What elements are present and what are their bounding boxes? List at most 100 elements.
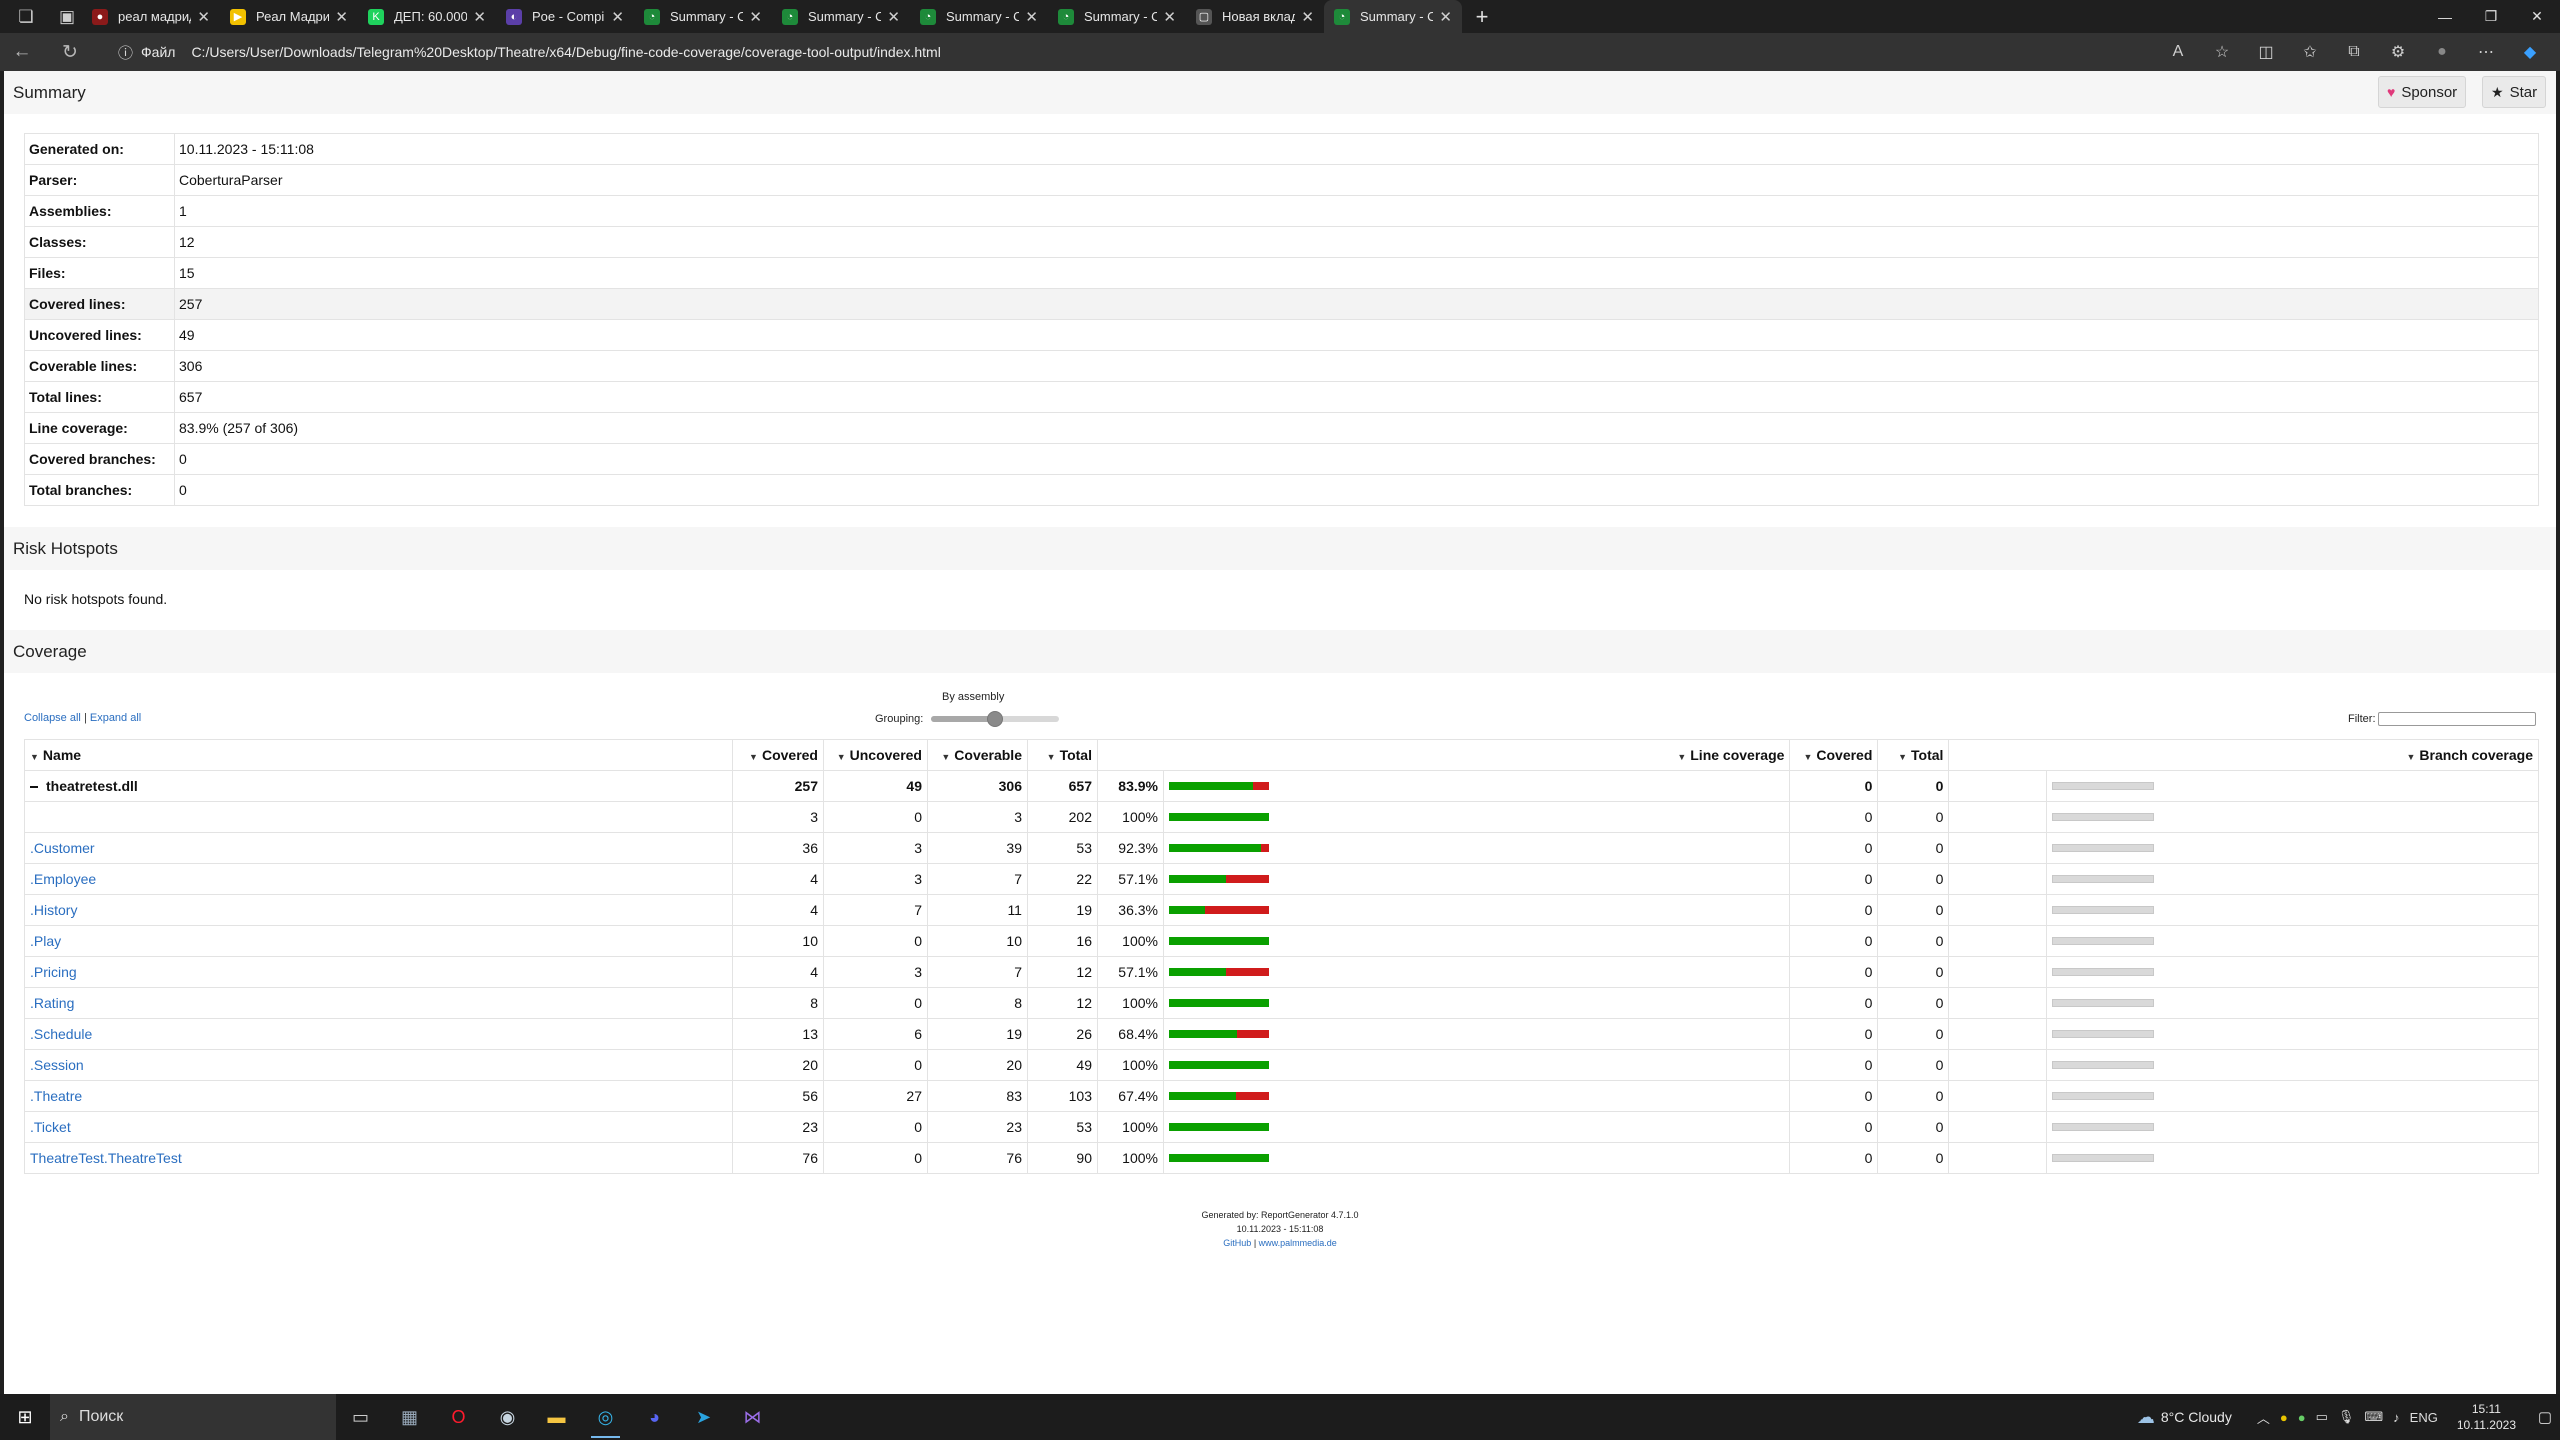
split-screen-icon[interactable]: ◫ xyxy=(2244,42,2288,62)
telegram-icon[interactable]: ➤ xyxy=(679,1394,728,1440)
class-name-link[interactable]: .Session xyxy=(30,1057,84,1073)
weather-widget[interactable]: ☁ 8°C Cloudy xyxy=(2137,1407,2232,1428)
github-link[interactable]: GitHub xyxy=(1223,1238,1251,1248)
tab-close-icon[interactable]: ✕ xyxy=(335,8,348,26)
class-name-link[interactable]: .Play xyxy=(30,933,61,949)
class-name-cell[interactable] xyxy=(24,801,733,833)
class-name-link[interactable]: .Theatre xyxy=(30,1088,82,1104)
class-name-link[interactable]: .Schedule xyxy=(30,1026,92,1042)
class-name-cell[interactable]: .Session xyxy=(24,1049,733,1081)
class-name-cell[interactable]: .Theatre xyxy=(24,1080,733,1112)
collapse-minus-icon[interactable] xyxy=(30,786,38,789)
class-name-cell[interactable]: .Employee xyxy=(24,863,733,895)
col-uncovered[interactable]: ▼ Uncovered xyxy=(822,739,928,771)
minimize-icon[interactable]: — xyxy=(2422,0,2468,33)
tab-close-icon[interactable]: ✕ xyxy=(1439,8,1452,26)
visual-studio-icon[interactable]: ⋈ xyxy=(728,1394,777,1440)
restore-icon[interactable]: ❐ xyxy=(2468,0,2514,33)
browser-tab[interactable]: ◔ Summary - Coverage Report ✕ xyxy=(772,0,910,33)
discord-icon[interactable]: ◕ xyxy=(630,1394,679,1440)
browser-tab[interactable]: ◔ Summary - Coverage Report ✕ xyxy=(1324,0,1462,33)
calculator-icon[interactable]: ▦ xyxy=(385,1394,434,1440)
favorites-icon[interactable]: ✩ xyxy=(2288,42,2332,62)
file-explorer-icon[interactable]: ▬ xyxy=(532,1394,581,1440)
browser-tab[interactable]: ▶ Реал Мадрид — Брага 8.11.20 ✕ xyxy=(220,0,358,33)
col-branch-total[interactable]: ▼ Total xyxy=(1877,739,1950,771)
tab-close-icon[interactable]: ✕ xyxy=(197,8,210,26)
refresh-icon[interactable]: ↻ xyxy=(48,33,92,71)
class-name-cell[interactable]: .Schedule xyxy=(24,1018,733,1050)
browser-tab[interactable]: ◔ Summary - Coverage Report ✕ xyxy=(910,0,1048,33)
class-name-link[interactable]: TheatreTest.TheatreTest xyxy=(30,1150,182,1166)
url-text[interactable]: C:/Users/User/Downloads/Telegram%20Deskt… xyxy=(191,44,940,60)
class-name-cell[interactable]: .Rating xyxy=(24,987,733,1019)
assembly-name[interactable]: theatretest.dll xyxy=(46,778,138,794)
tray-app-icon[interactable]: ● xyxy=(2280,1410,2288,1425)
col-covered[interactable]: ▼ Covered xyxy=(731,739,824,771)
class-name-link[interactable]: .History xyxy=(30,902,77,918)
copilot-icon[interactable]: ◆ xyxy=(2508,42,2552,62)
browser-tab[interactable]: ◔ Summary - Coverage Report ✕ xyxy=(634,0,772,33)
expand-all-link[interactable]: Expand all xyxy=(90,712,141,724)
task-view-icon[interactable]: ▭ xyxy=(336,1394,385,1440)
opera-icon[interactable]: O xyxy=(434,1394,483,1440)
profile-avatar-icon[interactable]: ● xyxy=(2420,43,2464,61)
filter-input[interactable] xyxy=(2377,712,2536,726)
class-name-cell[interactable]: .Customer xyxy=(24,832,733,864)
class-name-link[interactable]: .Ticket xyxy=(30,1119,71,1135)
favorite-star-icon[interactable]: ☆ xyxy=(2200,42,2244,62)
collapse-all-link[interactable]: Collapse all xyxy=(24,712,81,724)
browser-tab[interactable]: ● реал мадрид брага смотреть ✕ xyxy=(82,0,220,33)
class-name-link[interactable]: .Customer xyxy=(30,840,95,856)
edge-icon[interactable]: ◎ xyxy=(581,1394,630,1440)
clock[interactable]: 15:11 10.11.2023 xyxy=(2457,1401,2516,1433)
volume-icon[interactable]: ♪ xyxy=(2393,1410,2400,1425)
close-window-icon[interactable]: ✕ xyxy=(2514,0,2560,33)
col-coverable[interactable]: ▼ Coverable xyxy=(926,739,1028,771)
class-name-cell[interactable]: .Play xyxy=(24,925,733,957)
notifications-icon[interactable]: ▢ xyxy=(2530,1408,2560,1426)
assembly-name-cell[interactable]: theatretest.dll xyxy=(24,770,733,802)
grouping-slider-thumb[interactable] xyxy=(987,711,1003,727)
class-name-cell[interactable]: .Ticket xyxy=(24,1111,733,1143)
star-button[interactable]: ★ Star xyxy=(2482,76,2547,108)
browser-tab[interactable]: ▢ Новая вкладка ✕ xyxy=(1186,0,1324,33)
network-icon[interactable]: ⌨ xyxy=(2364,1409,2383,1425)
col-branch-coverage[interactable]: ▼ Branch coverage xyxy=(1948,739,2539,771)
class-name-cell[interactable]: TheatreTest.TheatreTest xyxy=(24,1142,733,1174)
class-name-link[interactable]: .Pricing xyxy=(30,964,77,980)
col-branch-covered[interactable]: ▼ Covered xyxy=(1789,739,1879,771)
class-name-cell[interactable]: .Pricing xyxy=(24,956,733,988)
language-indicator[interactable]: ENG xyxy=(2410,1410,2438,1425)
tab-close-icon[interactable]: ✕ xyxy=(1025,8,1038,26)
tab-close-icon[interactable]: ✕ xyxy=(473,8,486,26)
collections-icon[interactable]: ⧉ xyxy=(2332,43,2376,61)
more-menu-icon[interactable]: ⋯ xyxy=(2464,42,2508,62)
info-icon[interactable]: ⓘ xyxy=(118,42,133,63)
class-name-link[interactable]: .Rating xyxy=(30,995,74,1011)
browser-tab[interactable]: K ДЕП: 60.000$ / ВЫВОД: 14 ✕ xyxy=(358,0,496,33)
taskbar-search[interactable]: ⌕ Поиск xyxy=(50,1394,336,1440)
tab-close-icon[interactable]: ✕ xyxy=(1301,8,1314,26)
read-aloud-icon[interactable]: A xyxy=(2156,43,2200,61)
microphone-icon[interactable]: 🎙 xyxy=(2338,1409,2355,1425)
tab-actions-icon[interactable]: ▣ xyxy=(52,0,82,33)
workspaces-icon[interactable]: ❏ xyxy=(0,0,52,33)
tab-close-icon[interactable]: ✕ xyxy=(749,8,762,26)
steam-icon[interactable]: ◉ xyxy=(483,1394,532,1440)
col-name[interactable]: ▼ Name xyxy=(24,739,733,771)
browser-tab[interactable]: ◔ Summary - Coverage Report ✕ xyxy=(1048,0,1186,33)
start-icon[interactable]: ⊞ xyxy=(0,1394,50,1440)
col-line-coverage[interactable]: ▼ Line coverage xyxy=(1096,739,1791,771)
sponsor-button[interactable]: ♥ Sponsor xyxy=(2378,76,2467,108)
class-name-cell[interactable]: .History xyxy=(24,894,733,926)
url-field[interactable]: ⓘ Файл C:/Users/User/Downloads/Telegram%… xyxy=(106,37,2236,67)
tab-close-icon[interactable]: ✕ xyxy=(1163,8,1176,26)
class-name-link[interactable]: .Employee xyxy=(30,871,96,887)
website-link[interactable]: www.palmmedia.de xyxy=(1259,1238,1337,1248)
back-icon[interactable]: ← xyxy=(0,33,44,71)
browser-tab[interactable]: ◐ Poe - Compilation Explanation ✕ xyxy=(496,0,634,33)
extensions-icon[interactable]: ⚙ xyxy=(2376,42,2420,62)
grouping-slider[interactable] xyxy=(931,711,1059,727)
tray-expand-icon[interactable]: ︿ xyxy=(2257,1408,2270,1427)
